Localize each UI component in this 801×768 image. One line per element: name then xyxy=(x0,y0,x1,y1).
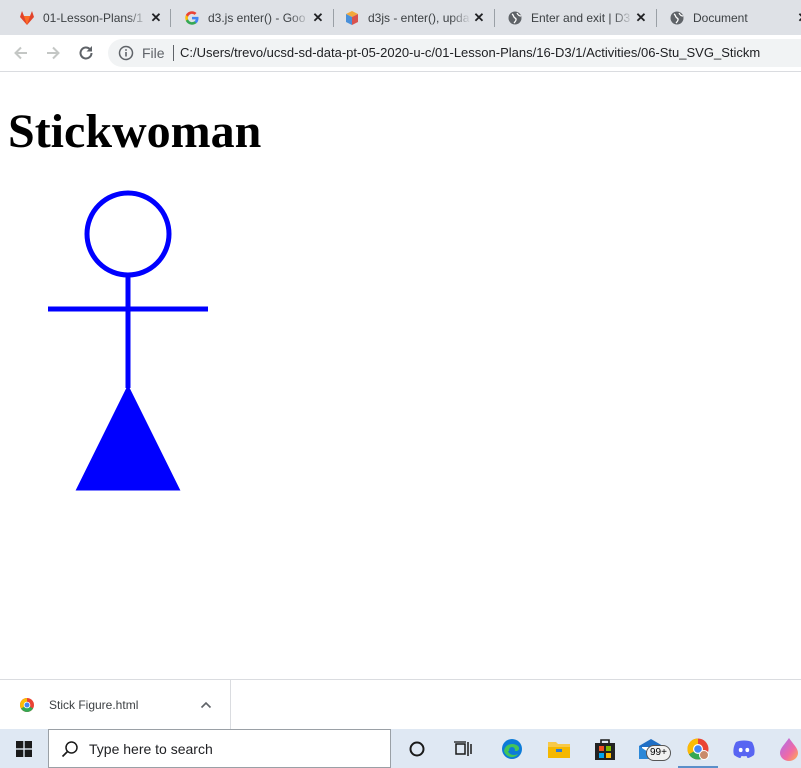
edge-icon xyxy=(502,739,522,759)
page-content: Stickwoman xyxy=(0,72,801,679)
tab-enter-exit[interactable]: Enter and exit | D3 ✕ xyxy=(488,0,655,35)
edge-taskbar-button[interactable] xyxy=(499,736,525,762)
taskbar-search[interactable]: Type here to search xyxy=(48,729,391,768)
arrow-right-icon xyxy=(47,46,60,60)
tab-title: d3.js enter() - Goo xyxy=(208,10,306,25)
reload-button[interactable] xyxy=(75,42,97,64)
tab-title: d3js - enter(), upda xyxy=(368,10,470,25)
tab-document[interactable]: Document ✕ xyxy=(650,0,801,35)
app-button[interactable] xyxy=(776,736,801,762)
url-text[interactable]: C:/Users/trevo/ucsd-sd-data-pt-05-2020-u… xyxy=(180,45,760,60)
download-filename: Stick Figure.html xyxy=(49,698,139,712)
close-icon[interactable]: ✕ xyxy=(148,10,164,26)
chrome-icon xyxy=(687,738,709,760)
tab-d3js-enter[interactable]: d3js - enter(), upda ✕ xyxy=(325,0,493,35)
info-icon[interactable] xyxy=(118,45,134,61)
download-bar: Stick Figure.html xyxy=(0,679,801,730)
gitlab-icon xyxy=(20,10,34,25)
tab-title: 01-Lesson-Plans/1 xyxy=(43,10,144,25)
chrome-taskbar-button[interactable] xyxy=(685,736,711,762)
search-icon xyxy=(61,741,78,758)
globe-icon xyxy=(670,11,684,24)
chrome-icon xyxy=(20,698,34,712)
file-explorer-button[interactable] xyxy=(546,736,572,762)
stick-figure-head xyxy=(84,190,172,278)
store-button[interactable] xyxy=(592,736,618,762)
discord-button[interactable] xyxy=(731,736,757,762)
cube-icon xyxy=(346,10,358,25)
stick-figure-dress xyxy=(75,384,181,491)
store-icon xyxy=(595,739,615,760)
address-bar[interactable]: File C:/Users/trevo/ucsd-sd-data-pt-05-2… xyxy=(108,39,801,67)
forward-button[interactable] xyxy=(42,42,64,64)
arrow-left-icon xyxy=(14,46,27,60)
mail-badge: 99+ xyxy=(646,745,671,761)
taskbar: Type here to search xyxy=(0,729,801,768)
tab-google[interactable]: d3.js enter() - Goo ✕ xyxy=(165,0,332,35)
tab-title: Enter and exit | D3 xyxy=(531,10,631,25)
tab-strip: 01-Lesson-Plans/1 ✕ d3.js enter() - Goo … xyxy=(0,0,801,35)
globe-icon xyxy=(508,11,522,24)
download-item[interactable]: Stick Figure.html xyxy=(0,680,231,730)
stick-figure xyxy=(48,190,208,491)
folder-icon xyxy=(548,742,570,758)
search-placeholder: Type here to search xyxy=(89,741,213,757)
back-button[interactable] xyxy=(10,42,32,64)
task-view-button[interactable] xyxy=(451,736,477,762)
tab-gitlab[interactable]: 01-Lesson-Plans/1 ✕ xyxy=(0,0,170,35)
chevron-up-icon[interactable] xyxy=(198,697,214,713)
close-icon[interactable]: ✕ xyxy=(310,10,326,26)
start-button[interactable] xyxy=(0,729,48,768)
cortana-icon xyxy=(409,741,425,757)
file-label: File xyxy=(142,45,165,61)
droplet-icon xyxy=(780,738,798,761)
windows-icon xyxy=(16,740,32,757)
close-icon[interactable]: ✕ xyxy=(471,10,487,26)
google-icon xyxy=(185,10,199,25)
browser-toolbar: File C:/Users/trevo/ucsd-sd-data-pt-05-2… xyxy=(0,35,801,72)
divider xyxy=(173,45,174,61)
cortana-button[interactable] xyxy=(404,736,430,762)
discord-icon xyxy=(733,740,755,758)
close-icon[interactable]: ✕ xyxy=(795,10,801,26)
close-icon[interactable]: ✕ xyxy=(633,10,649,26)
task-view-icon xyxy=(454,741,472,756)
tab-title: Document xyxy=(693,10,748,25)
reload-icon xyxy=(79,46,93,60)
